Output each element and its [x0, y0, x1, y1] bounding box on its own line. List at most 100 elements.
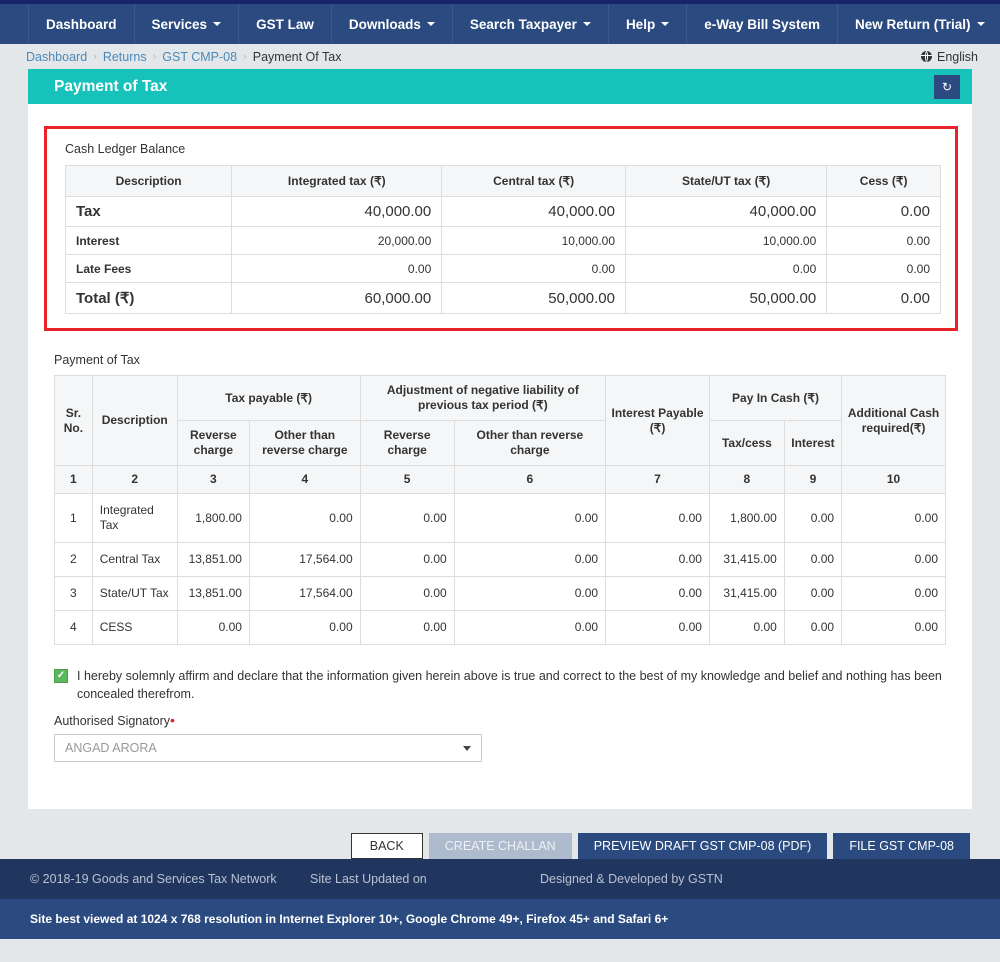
nav-item-help[interactable]: Help — [609, 4, 687, 44]
signatory-label-text: Authorised Signatory — [54, 714, 170, 728]
nav-item-gst-law[interactable]: GST Law — [239, 4, 332, 44]
column-number-2: 2 — [92, 466, 177, 494]
footer-secondary: Site best viewed at 1024 x 768 resolutio… — [0, 899, 1000, 939]
table-row: Total (₹)60,000.0050,000.0050,000.000.00 — [66, 283, 941, 314]
col-other-than-reverse-1: Other than reverse charge — [249, 421, 360, 466]
cell-cess: 0.00 — [827, 197, 941, 227]
declaration-text: I hereby solemnly affirm and declare tha… — [77, 667, 942, 703]
cell-otr2: 0.00 — [454, 543, 605, 577]
nav-item-e-way-bill-system[interactable]: e-Way Bill System — [687, 4, 838, 44]
chevron-down-icon — [583, 22, 591, 26]
cell-state: 10,000.00 — [626, 227, 827, 255]
declaration-checkbox[interactable]: ✓ — [54, 669, 68, 683]
language-label: English — [937, 50, 978, 64]
cell-cess: 0.00 — [827, 255, 941, 283]
cell-desc: Integrated Tax — [92, 494, 177, 543]
breadcrumb-separator: › — [241, 51, 249, 63]
cell-central: 40,000.00 — [442, 197, 626, 227]
nav-item-label: Services — [152, 17, 208, 32]
nav-item-downloads[interactable]: Downloads — [332, 4, 453, 44]
cell-cess: 0.00 — [827, 283, 941, 314]
nav-item-search-taxpayer[interactable]: Search Taxpayer — [453, 4, 609, 44]
nav-item-label: Help — [626, 17, 655, 32]
cell-rc1: 13,851.00 — [177, 543, 249, 577]
cell-integrated: 40,000.00 — [232, 197, 442, 227]
declaration-block: ✓ I hereby solemnly affirm and declare t… — [54, 667, 946, 703]
payment-of-tax-label: Payment of Tax — [54, 353, 946, 367]
chevron-down-icon — [213, 22, 221, 26]
cell-desc: Total (₹) — [66, 283, 232, 314]
col-pay-in-cash: Pay In Cash (₹) — [709, 376, 841, 421]
cell-interest: 0.00 — [784, 494, 841, 543]
action-buttons: BACK CREATE CHALLAN PREVIEW DRAFT GST CM… — [0, 809, 1000, 859]
cell-integrated: 0.00 — [232, 255, 442, 283]
authorised-signatory-select[interactable]: ANGAD ARORA — [54, 734, 482, 762]
cell-interest: 0.00 — [784, 543, 841, 577]
chevron-down-icon — [661, 22, 669, 26]
nav-item-services[interactable]: Services — [135, 4, 240, 44]
cell-addl: 0.00 — [842, 577, 946, 611]
breadcrumb-item-returns[interactable]: Returns — [103, 50, 147, 64]
cell-rc2: 0.00 — [360, 611, 454, 645]
cell-rc1: 0.00 — [177, 611, 249, 645]
cell-state: 0.00 — [626, 255, 827, 283]
column-number-9: 9 — [784, 466, 841, 494]
cell-desc: Central Tax — [92, 543, 177, 577]
file-gst-cmp08-button[interactable]: FILE GST CMP-08 — [833, 833, 970, 859]
cell-desc: State/UT Tax — [92, 577, 177, 611]
preview-draft-button[interactable]: PREVIEW DRAFT GST CMP-08 (PDF) — [578, 833, 828, 859]
nav-item-label: e-Way Bill System — [704, 17, 820, 32]
cell-desc: Tax — [66, 197, 232, 227]
cell-integrated: 60,000.00 — [232, 283, 442, 314]
footer-designed-by: Designed & Developed by GSTN — [540, 872, 723, 886]
column-number-4: 4 — [249, 466, 360, 494]
cell-rc1: 1,800.00 — [177, 494, 249, 543]
cell-rc2: 0.00 — [360, 577, 454, 611]
col-additional-cash: Additional Cash required(₹) — [842, 376, 946, 466]
col-reverse-charge-1: Reverse charge — [177, 421, 249, 466]
cell-rc1: 13,851.00 — [177, 577, 249, 611]
breadcrumb-item-gst-cmp-08[interactable]: GST CMP-08 — [162, 50, 237, 64]
cell-otr2: 0.00 — [454, 611, 605, 645]
cell-int-payable: 0.00 — [606, 543, 710, 577]
cash-ledger-label: Cash Ledger Balance — [65, 142, 941, 156]
signatory-selected-value: ANGAD ARORA — [65, 741, 157, 755]
cell-sr: 1 — [55, 494, 93, 543]
col-interest: Interest — [784, 421, 841, 466]
breadcrumb-item-dashboard[interactable]: Dashboard — [26, 50, 87, 64]
footer-best-viewed: Site best viewed at 1024 x 768 resolutio… — [30, 912, 668, 926]
back-button[interactable]: BACK — [351, 833, 423, 859]
nav-item-label: GST Law — [256, 17, 314, 32]
cash-ledger-highlight-box: Cash Ledger Balance Description Integrat… — [44, 126, 958, 331]
footer-last-updated: Site Last Updated on — [310, 872, 540, 886]
cell-sr: 3 — [55, 577, 93, 611]
footer-primary: © 2018-19 Goods and Services Tax Network… — [0, 859, 1000, 899]
chevron-down-icon — [463, 746, 471, 751]
breadcrumb-separator: › — [151, 51, 159, 63]
table-row: Tax40,000.0040,000.0040,000.000.00 — [66, 197, 941, 227]
create-challan-button: CREATE CHALLAN — [429, 833, 572, 859]
column-number-3: 3 — [177, 466, 249, 494]
cell-sr: 4 — [55, 611, 93, 645]
cell-sr: 2 — [55, 543, 93, 577]
table-header-row-1: Sr. No. Description Tax payable (₹) Adju… — [55, 376, 946, 421]
language-selector[interactable]: English — [921, 50, 978, 64]
cell-desc: Late Fees — [66, 255, 232, 283]
cell-int-payable: 0.00 — [606, 577, 710, 611]
payment-of-tax-card: Payment of Tax ↻ Cash Ledger Balance Des… — [28, 69, 972, 809]
nav-item-dashboard[interactable]: Dashboard — [28, 4, 135, 44]
chevron-down-icon — [977, 22, 985, 26]
col-interest-payable: Interest Payable (₹) — [606, 376, 710, 466]
col-sr-no: Sr. No. — [55, 376, 93, 466]
col-integrated-tax: Integrated tax (₹) — [232, 166, 442, 197]
column-number-1: 1 — [55, 466, 93, 494]
nav-item-new-return-trial[interactable]: New Return (Trial) — [838, 4, 1000, 44]
nav-item-label: Search Taxpayer — [470, 17, 577, 32]
cell-cess: 0.00 — [827, 227, 941, 255]
col-tax-cess: Tax/cess — [709, 421, 784, 466]
cell-interest: 0.00 — [784, 611, 841, 645]
check-icon: ✓ — [57, 671, 65, 681]
cell-int-payable: 0.00 — [606, 494, 710, 543]
column-number-10: 10 — [842, 466, 946, 494]
refresh-button[interactable]: ↻ — [934, 75, 960, 99]
